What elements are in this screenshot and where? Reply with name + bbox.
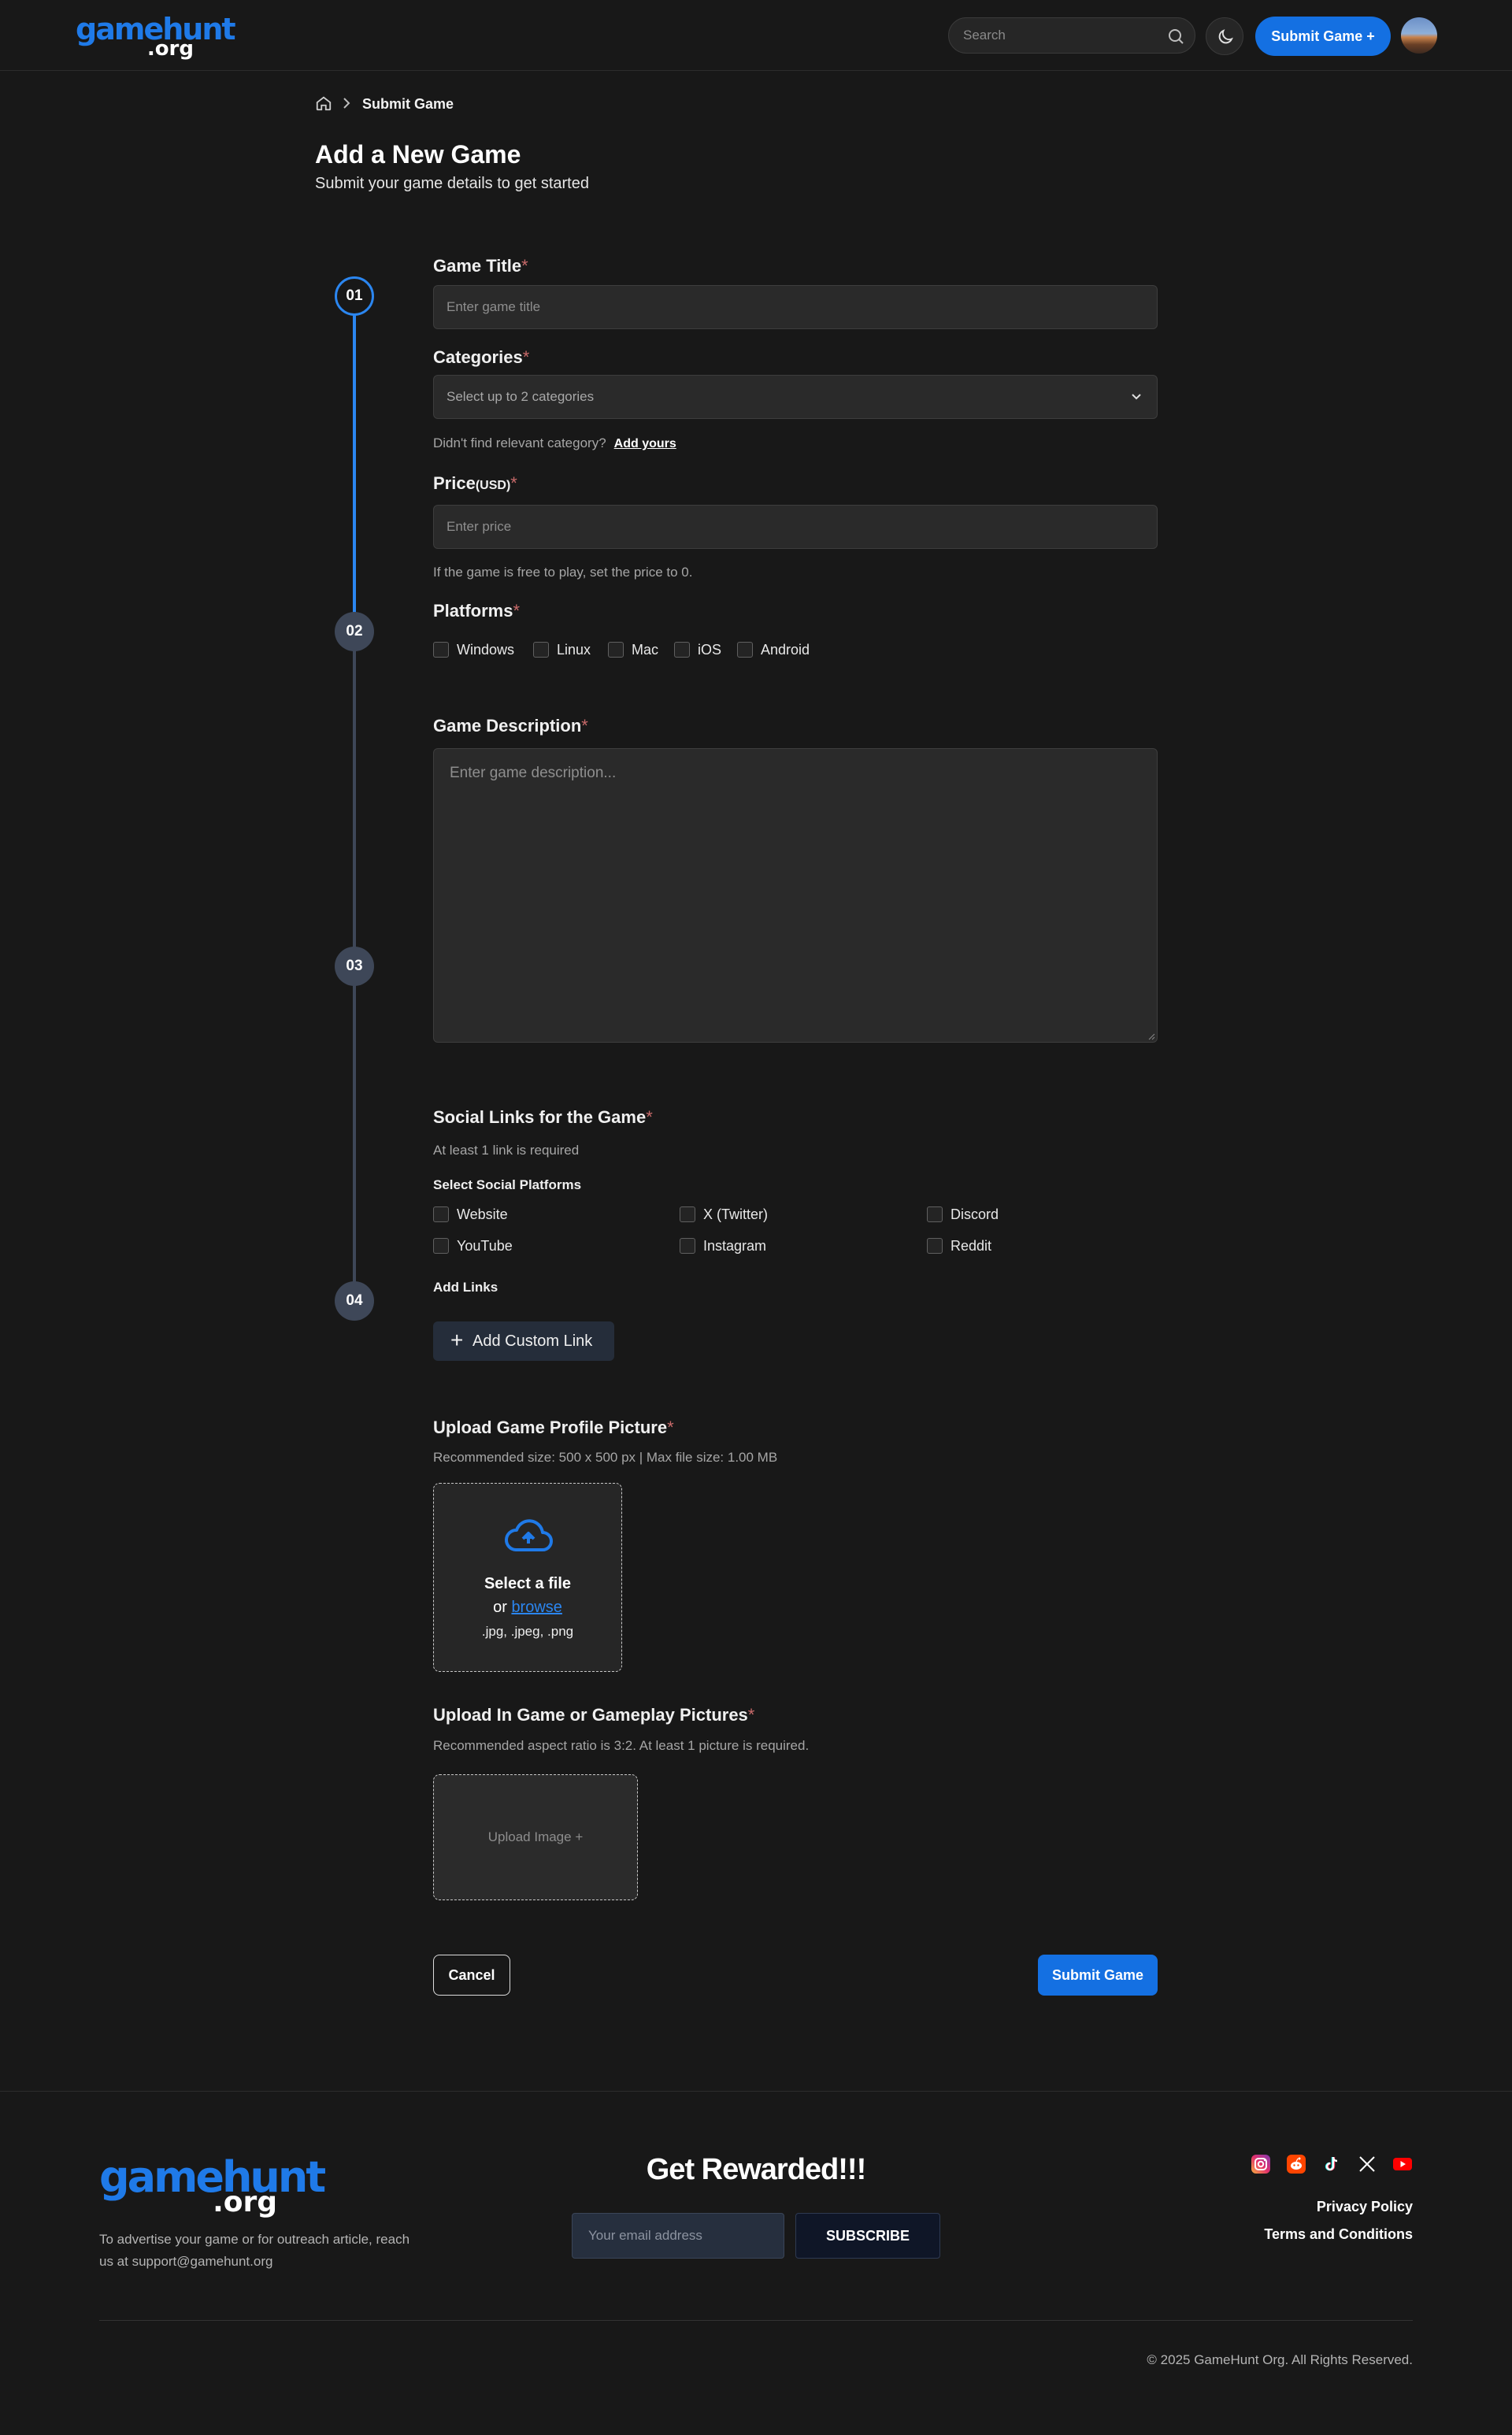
moon-icon	[1218, 29, 1233, 44]
social-links-hint: At least 1 link is required	[433, 1143, 580, 1158]
chevron-right-icon	[343, 98, 350, 109]
platform-mac-checkbox[interactable]	[608, 642, 624, 658]
instagram-icon[interactable]	[1251, 2154, 1271, 2174]
youtube-icon[interactable]	[1392, 2154, 1413, 2174]
advertise-text: To advertise your game or for outreach a…	[99, 2232, 410, 2269]
game-title-field	[433, 285, 1158, 329]
social-reddit-label: Reddit	[951, 1238, 992, 1254]
price-label: Price(USD)*	[433, 473, 517, 493]
description-field	[433, 748, 1158, 1043]
file-formats-text: .jpg, .jpeg, .png	[481, 1624, 574, 1639]
cancel-button[interactable]: Cancel	[433, 1955, 510, 1996]
privacy-policy-link[interactable]: Privacy Policy	[1317, 2199, 1413, 2215]
social-x-checkbox[interactable]	[680, 1206, 695, 1222]
upload-image-button[interactable]: Upload Image +	[433, 1774, 638, 1900]
price-hint: If the game is free to play, set the pri…	[433, 565, 693, 580]
footer-divider	[99, 2320, 1413, 2321]
gameplay-pictures-hint: Recommended aspect ratio is 3:2. At leas…	[433, 1738, 810, 1753]
profile-picture-dropzone[interactable]: Select a file or browse .jpg, .jpeg, .pn…	[433, 1483, 622, 1672]
platform-android-label: Android	[761, 642, 810, 658]
social-links-label: Social Links for the Game*	[433, 1107, 653, 1127]
browse-text: or browse	[493, 1599, 562, 1616]
terms-link[interactable]: Terms and Conditions	[1264, 2226, 1413, 2243]
social-reddit-checkbox[interactable]	[927, 1238, 943, 1254]
copyright-text: © 2025 GameHunt Org. All Rights Reserved…	[1147, 2352, 1413, 2367]
site-logo[interactable]: gamehunt .org	[76, 14, 236, 61]
social-youtube-checkbox[interactable]	[433, 1238, 449, 1254]
game-title-input[interactable]	[447, 286, 1140, 328]
cloud-upload-icon	[505, 1519, 553, 1551]
select-social-platforms-label: Select Social Platforms	[433, 1177, 582, 1192]
user-avatar[interactable]	[1401, 17, 1437, 54]
step-2: 02	[335, 612, 374, 651]
price-input[interactable]	[447, 506, 1140, 548]
platform-linux-checkbox[interactable]	[533, 642, 549, 658]
categories-select[interactable]: Select up to 2 categories	[433, 375, 1158, 419]
add-links-label: Add Links	[433, 1280, 498, 1295]
search-icon[interactable]	[1166, 27, 1185, 46]
platforms-label: Platforms*	[433, 601, 521, 621]
platform-ios-label: iOS	[698, 642, 722, 658]
submit-game-button[interactable]: Submit Game	[1038, 1955, 1158, 1996]
platform-windows-label: Windows	[457, 642, 515, 658]
categories-placeholder: Select up to 2 categories	[447, 389, 595, 404]
platform-mac-label: Mac	[632, 642, 659, 658]
newsletter-email-field	[572, 2213, 784, 2259]
social-instagram-checkbox[interactable]	[680, 1238, 695, 1254]
rewarded-title: Get Rewarded!!!	[646, 2153, 866, 2186]
profile-picture-hint: Recommended size: 500 x 500 px | Max fil…	[433, 1450, 778, 1465]
profile-picture-label: Upload Game Profile Picture*	[433, 1418, 674, 1437]
description-textarea[interactable]	[450, 765, 1143, 1025]
subscribe-button[interactable]: SUBSCRIBE	[795, 2213, 940, 2259]
description-label: Game Description*	[433, 716, 588, 736]
social-instagram-label: Instagram	[703, 1238, 767, 1254]
social-website-label: Website	[457, 1206, 508, 1222]
platform-ios-checkbox[interactable]	[674, 642, 690, 658]
newsletter-email-input[interactable]	[588, 2214, 769, 2258]
add-category-link[interactable]: Add yours	[614, 437, 676, 450]
platform-windows-checkbox[interactable]	[433, 642, 449, 658]
social-discord-label: Discord	[951, 1206, 999, 1222]
stepper-progress-line	[353, 315, 356, 632]
search-bar	[948, 17, 1195, 54]
chevron-down-icon	[1132, 394, 1141, 400]
x-icon[interactable]	[1357, 2154, 1377, 2174]
footer-logo[interactable]: gamehunt .org	[99, 2156, 326, 2219]
social-youtube-label: YouTube	[457, 1238, 513, 1254]
select-file-text: Select a file	[484, 1575, 572, 1592]
tiktok-icon[interactable]	[1321, 2154, 1342, 2174]
social-x-label: X (Twitter)	[703, 1206, 769, 1222]
step-4: 04	[335, 1281, 374, 1321]
gameplay-pictures-label: Upload In Game or Gameplay Pictures*	[433, 1705, 755, 1725]
platform-android-checkbox[interactable]	[737, 642, 753, 658]
theme-toggle-button[interactable]	[1206, 17, 1243, 55]
page-subtitle: Submit your game details to get started	[315, 175, 589, 192]
logo-tld: .org	[146, 37, 194, 61]
page-title: Add a New Game	[315, 140, 521, 169]
game-title-label: Game Title*	[433, 256, 528, 276]
home-icon[interactable]	[315, 95, 332, 112]
platform-linux-label: Linux	[557, 642, 591, 658]
browse-link[interactable]: browse	[511, 1599, 561, 1616]
social-website-checkbox[interactable]	[433, 1206, 449, 1222]
step-3: 03	[335, 947, 374, 986]
price-field	[433, 505, 1158, 549]
reddit-icon[interactable]	[1286, 2154, 1306, 2174]
categories-hint: Didn't find relevant category? Add yours	[433, 435, 676, 450]
add-custom-link-button[interactable]: + Add Custom Link	[433, 1321, 614, 1361]
breadcrumb-current: Submit Game	[362, 96, 454, 112]
resize-handle-icon[interactable]	[1147, 1032, 1155, 1040]
search-input[interactable]	[963, 18, 1152, 53]
header-submit-game-button[interactable]: Submit Game +	[1255, 17, 1391, 56]
social-discord-checkbox[interactable]	[927, 1206, 943, 1222]
plus-icon: +	[450, 1328, 464, 1352]
categories-label: Categories*	[433, 347, 530, 367]
step-1: 01	[335, 276, 374, 316]
